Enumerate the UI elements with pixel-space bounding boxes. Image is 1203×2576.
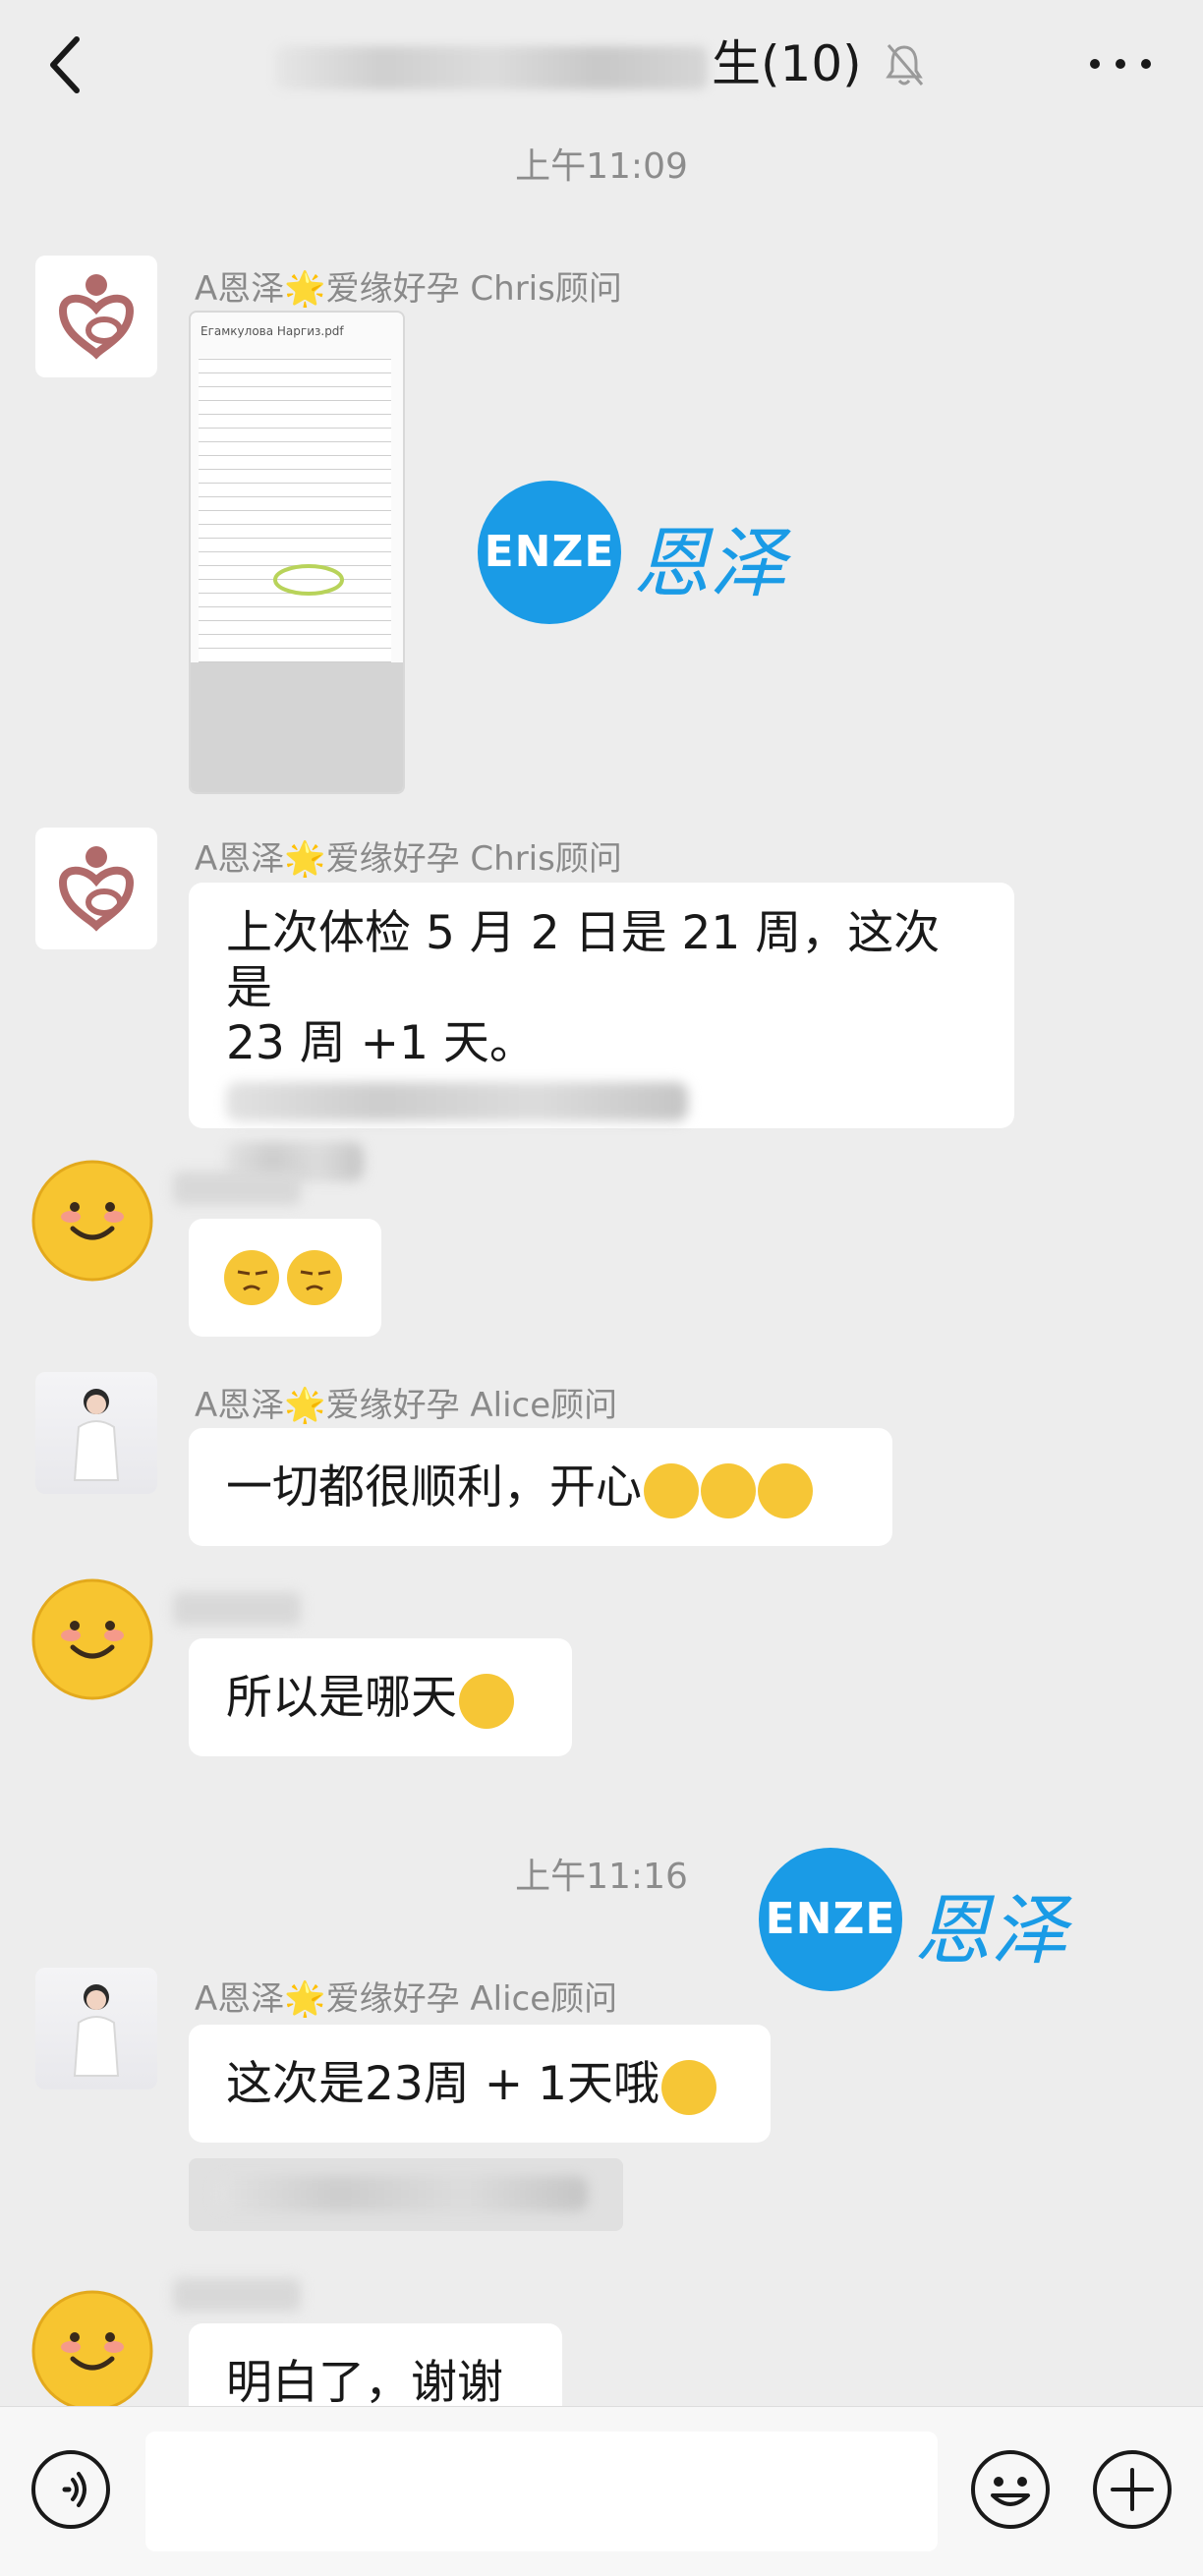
input-bar bbox=[0, 2406, 1203, 2576]
avatar[interactable] bbox=[35, 1372, 157, 1494]
plus-icon[interactable] bbox=[1091, 2448, 1174, 2531]
image-footer bbox=[191, 662, 403, 792]
avatar[interactable] bbox=[35, 828, 157, 949]
clinic-logo-icon bbox=[58, 274, 135, 360]
sender-name: A恩泽🌟爱缘好孕 Chris顾问 bbox=[195, 269, 622, 309]
sender-name: A恩泽🌟爱缘好孕 Alice顾问 bbox=[195, 1386, 618, 1425]
sender-name: A恩泽🌟爱缘好孕 Alice顾问 bbox=[195, 1979, 618, 2019]
clinic-logo-icon bbox=[58, 846, 135, 932]
smiley-avatar-icon bbox=[31, 1578, 153, 1700]
voice-icon[interactable] bbox=[29, 2448, 112, 2531]
blurred-text bbox=[226, 1081, 688, 1121]
back-icon[interactable] bbox=[35, 28, 94, 102]
person-avatar-icon bbox=[73, 1984, 120, 2077]
chat-title: 生(10) bbox=[275, 29, 885, 98]
blurred-sender-name bbox=[173, 1172, 301, 1205]
message-bubble[interactable]: 上次体检 5 月 2 日是 21 周，这次是 23 周 +1 天。 bbox=[189, 883, 1014, 1181]
pensive-emoji-icon bbox=[224, 1250, 342, 1305]
quoted-message-blurred[interactable] bbox=[189, 2158, 623, 2231]
avatar[interactable] bbox=[31, 1160, 153, 1282]
emoji-bubble[interactable] bbox=[189, 1219, 381, 1337]
hug-emoji-icon bbox=[644, 1462, 699, 1518]
enze-logo-circle: ENZE bbox=[759, 1848, 902, 1991]
enze-watermark: ENZE 恩泽 bbox=[759, 1848, 1073, 1991]
highlight-mark-icon bbox=[273, 564, 344, 596]
more-icon[interactable] bbox=[1081, 39, 1160, 88]
sender-name: A恩泽🌟爱缘好孕 Chris顾问 bbox=[195, 839, 622, 879]
image-message[interactable]: Егамкулова Наргиз.pdf bbox=[189, 311, 405, 794]
enze-logo-circle: ENZE bbox=[478, 481, 621, 624]
message-text: 所以是哪天 bbox=[226, 1671, 457, 1725]
avatar[interactable] bbox=[31, 1578, 153, 1700]
message-text-line bbox=[226, 1126, 977, 1181]
message-text: 这次是23周 + 1天哦 bbox=[226, 2057, 659, 2111]
emoji-icon[interactable] bbox=[969, 2448, 1052, 2531]
timestamp: 上午11:09 bbox=[515, 146, 688, 187]
blurred-title bbox=[275, 45, 708, 89]
message-bubble[interactable]: 所以是哪天 bbox=[189, 1638, 572, 1756]
enze-watermark: ENZE 恩泽 bbox=[478, 481, 792, 624]
hug-emoji-icon bbox=[758, 1462, 813, 1518]
blurred-text bbox=[214, 2176, 588, 2211]
image-caption: Егамкулова Наргиз.pdf bbox=[200, 324, 344, 338]
message-text: 明白了，谢谢 bbox=[226, 2356, 503, 2410]
enze-logo-text: 恩泽 bbox=[914, 1887, 1068, 1975]
message-text: 一切都很顺利，开心 bbox=[226, 1460, 642, 1515]
chat-title-text: 生(10) bbox=[712, 35, 862, 92]
blurred-sender-name bbox=[173, 1592, 301, 1626]
tears-of-joy-emoji-icon bbox=[459, 1673, 514, 1729]
smiley-avatar-icon bbox=[31, 1160, 153, 1282]
avatar[interactable] bbox=[35, 1968, 157, 2089]
message-text: 23 周 +1 天。 bbox=[226, 1016, 536, 1070]
message-text-line: 23 周 +1 天。 bbox=[226, 1016, 977, 1126]
avatar[interactable] bbox=[31, 2290, 153, 2412]
message-input[interactable] bbox=[145, 2432, 938, 2551]
grin-emoji-icon bbox=[660, 2059, 716, 2115]
smiley-avatar-icon bbox=[31, 2290, 153, 2412]
bell-off-icon bbox=[886, 44, 924, 86]
person-avatar-icon bbox=[73, 1389, 120, 1481]
hug-emoji-icon bbox=[701, 1462, 756, 1518]
message-text-line: 上次体检 5 月 2 日是 21 周，这次是 bbox=[226, 906, 941, 1015]
message-bubble[interactable]: 一切都很顺利，开心 bbox=[189, 1428, 892, 1546]
top-bar: 生(10) bbox=[0, 0, 1203, 133]
avatar[interactable] bbox=[35, 256, 157, 377]
document-preview bbox=[199, 358, 391, 662]
message-bubble[interactable]: 这次是23周 + 1天哦 bbox=[189, 2025, 771, 2143]
blurred-sender-name bbox=[173, 2278, 301, 2312]
enze-logo-text: 恩泽 bbox=[633, 520, 787, 608]
